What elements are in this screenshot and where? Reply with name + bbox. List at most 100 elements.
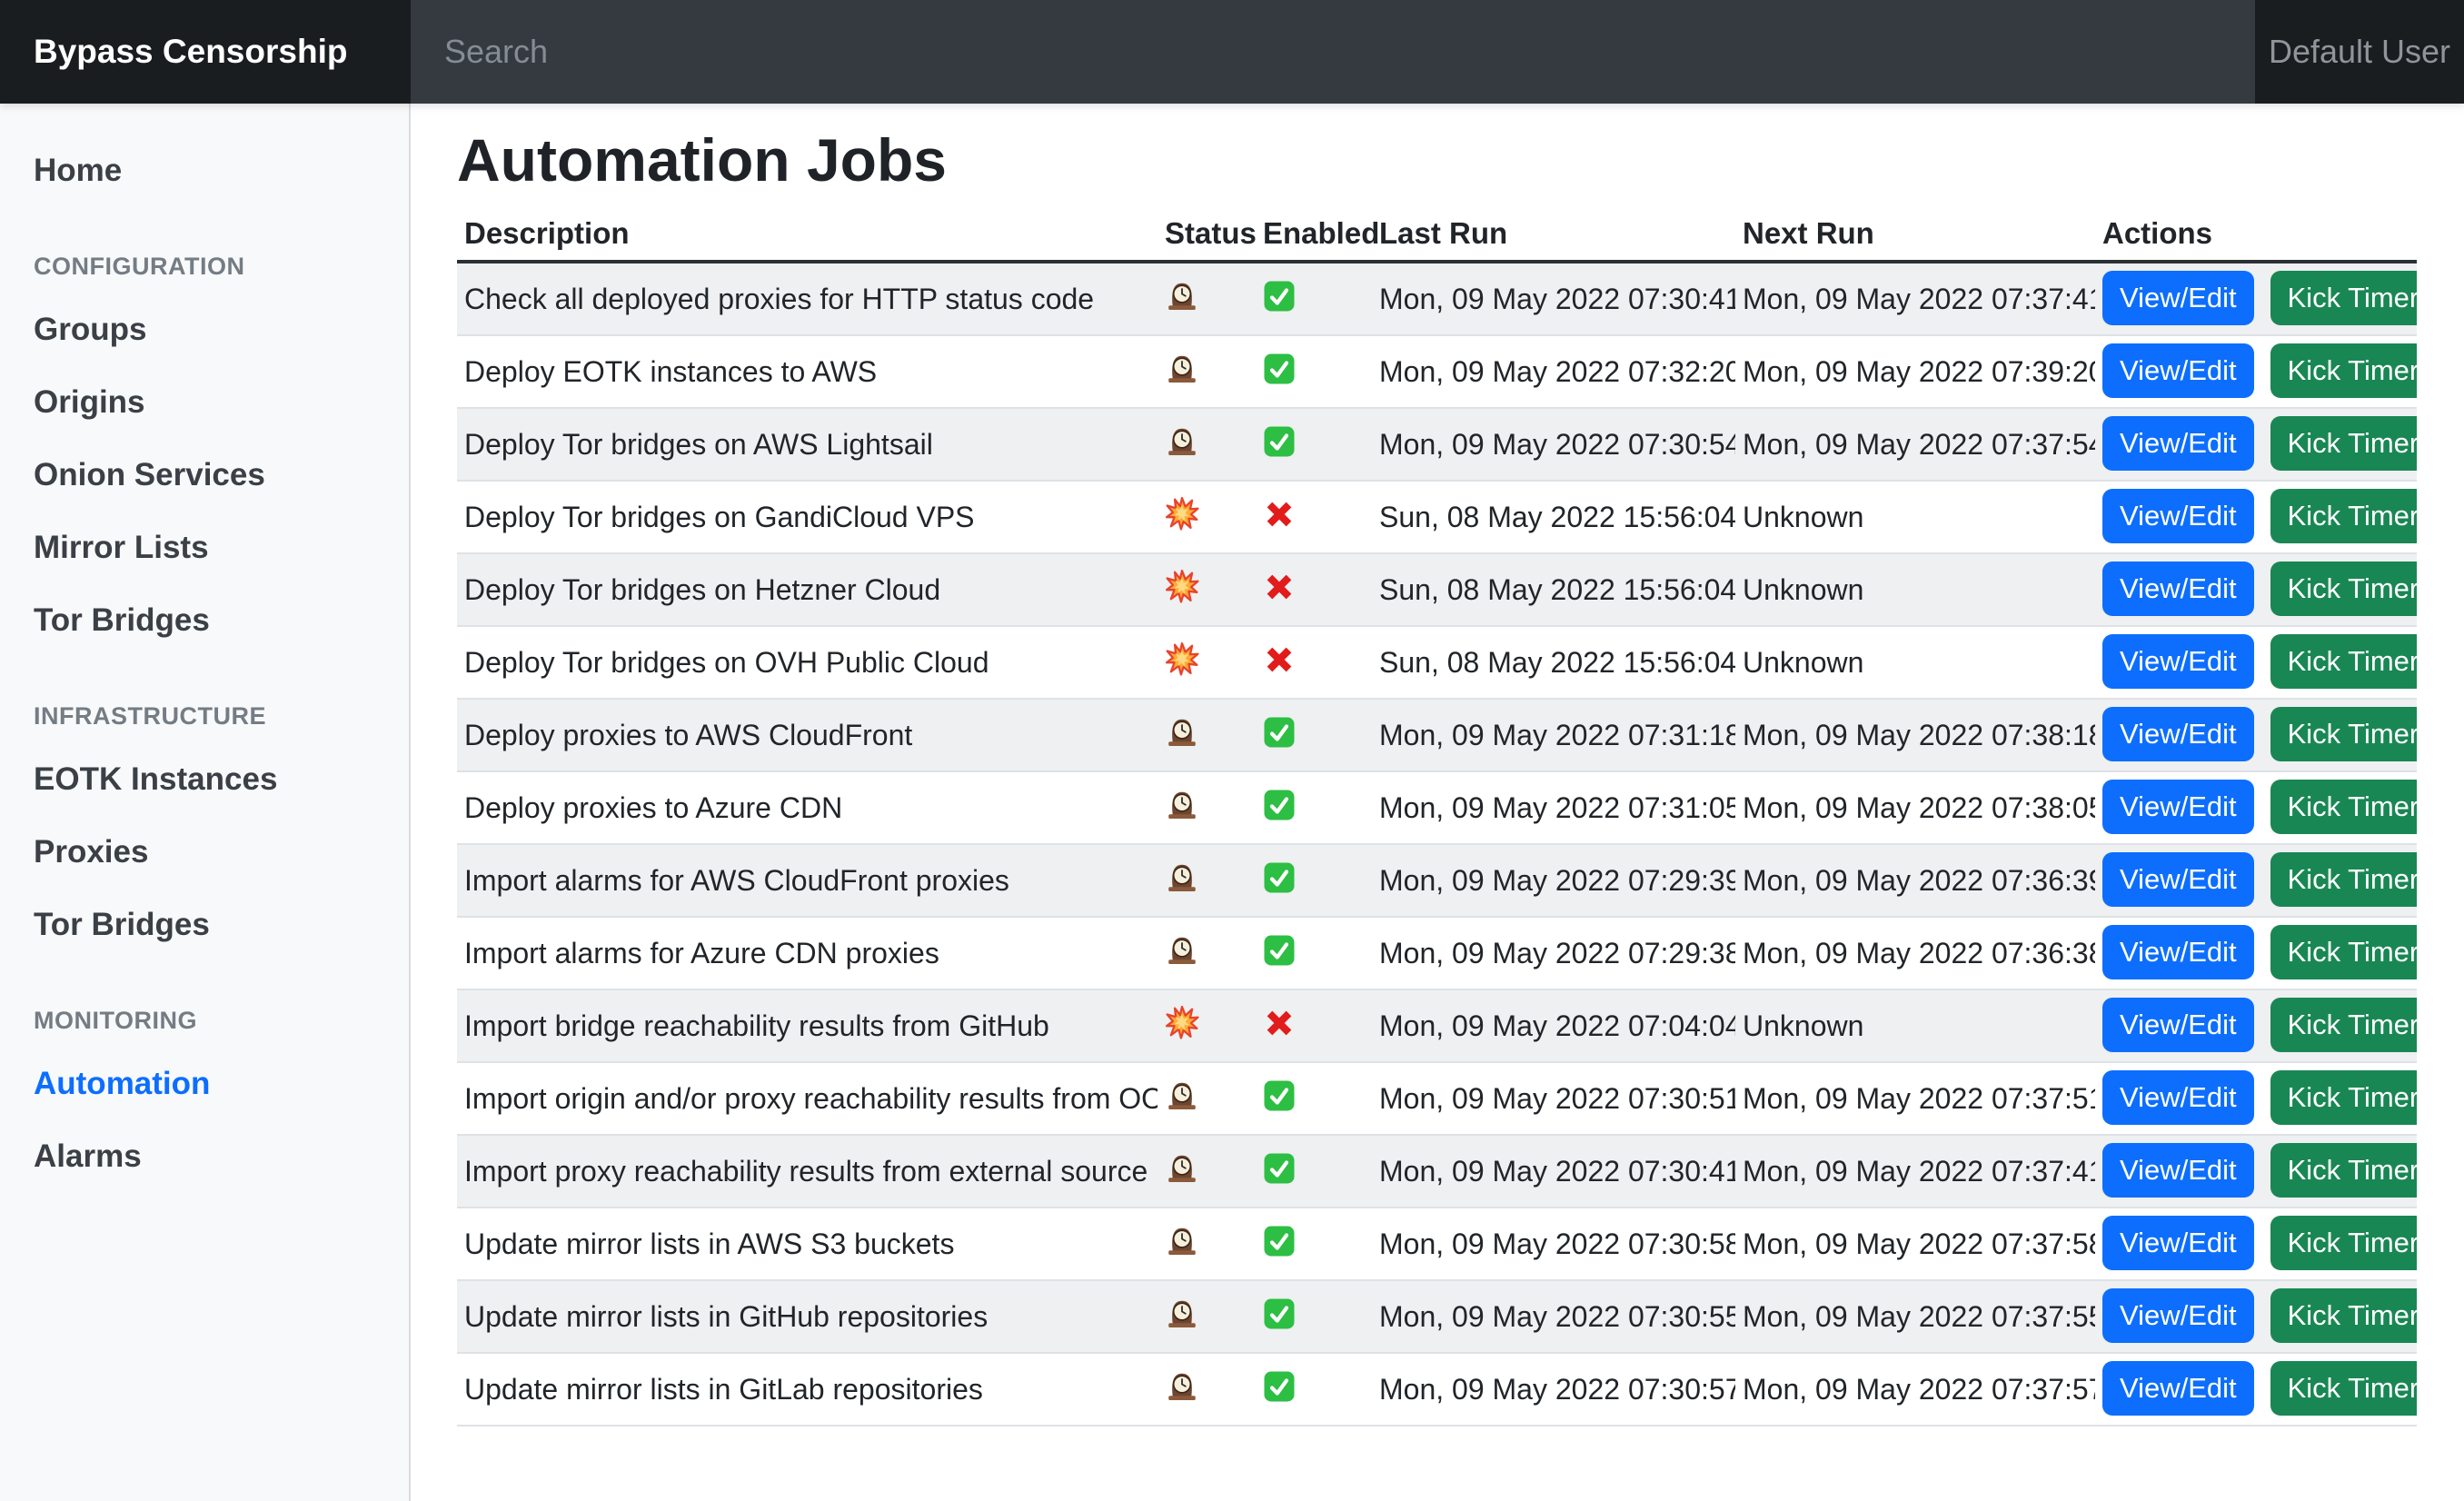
kick-timer-button[interactable]: Kick Timer [2270, 562, 2417, 616]
kick-timer-button[interactable]: Kick Timer [2270, 1288, 2417, 1343]
mantel-clock-icon [1165, 1223, 1199, 1267]
automation-jobs-table: Description Status Enabled Last Run Next… [457, 209, 2417, 1426]
check-mark-icon [1263, 1368, 1296, 1412]
user-menu[interactable]: Default User [2255, 0, 2464, 104]
view-edit-button[interactable]: View/Edit [2102, 416, 2254, 471]
sidebar-item-mirror-lists[interactable]: Mirror Lists [0, 512, 409, 584]
view-edit-button[interactable]: View/Edit [2102, 1070, 2254, 1125]
sidebar-section-infrastructure: INFRASTRUCTURE [0, 690, 409, 743]
view-edit-button[interactable]: View/Edit [2102, 852, 2254, 907]
mantel-clock-icon [1165, 1078, 1199, 1121]
kick-timer-button[interactable]: Kick Timer [2270, 925, 2417, 979]
job-next-run: Mon, 09 May 2022 07:37:55 [1735, 1280, 2095, 1353]
job-last-run: Mon, 09 May 2022 07:30:41 [1372, 262, 1735, 335]
view-edit-button[interactable]: View/Edit [2102, 271, 2254, 325]
app-brand[interactable]: Bypass Censorship [0, 0, 411, 104]
table-row: Deploy Tor bridges on Hetzner Cloud Sun,… [457, 553, 2417, 626]
job-description: Update mirror lists in AWS S3 buckets [457, 1208, 1157, 1280]
table-row: Import alarms for Azure CDN proxies Mon,… [457, 917, 2417, 989]
column-header-actions: Actions [2095, 209, 2417, 262]
view-edit-button[interactable]: View/Edit [2102, 1288, 2254, 1343]
view-edit-button[interactable]: View/Edit [2102, 925, 2254, 979]
sidebar-item-automation[interactable]: Automation [0, 1048, 409, 1120]
job-description: Import alarms for Azure CDN proxies [457, 917, 1157, 989]
kick-timer-button[interactable]: Kick Timer [2270, 634, 2417, 689]
view-edit-button[interactable]: View/Edit [2102, 1361, 2254, 1416]
mantel-clock-icon [1165, 1296, 1199, 1339]
kick-timer-button[interactable]: Kick Timer [2270, 998, 2417, 1052]
job-description: Deploy proxies to Azure CDN [457, 771, 1157, 844]
view-edit-button[interactable]: View/Edit [2102, 707, 2254, 761]
job-last-run: Mon, 09 May 2022 07:30:51 [1372, 1062, 1735, 1135]
cross-mark-icon [1263, 496, 1296, 540]
job-next-run: Mon, 09 May 2022 07:38:05 [1735, 771, 2095, 844]
collision-icon [1165, 641, 1199, 685]
view-edit-button[interactable]: View/Edit [2102, 1143, 2254, 1198]
column-header-next-run: Next Run [1735, 209, 2095, 262]
table-row: Import alarms for AWS CloudFront proxies… [457, 844, 2417, 917]
view-edit-button[interactable]: View/Edit [2102, 343, 2254, 398]
sidebar-item-alarms[interactable]: Alarms [0, 1120, 409, 1193]
job-last-run: Sun, 08 May 2022 15:56:04 [1372, 481, 1735, 553]
column-header-enabled: Enabled [1256, 209, 1372, 262]
kick-timer-button[interactable]: Kick Timer [2270, 1216, 2417, 1270]
sidebar-item-eotk-instances[interactable]: EOTK Instances [0, 743, 409, 816]
cross-mark-icon [1263, 1005, 1296, 1049]
table-row: Deploy proxies to AWS CloudFront Mon, 09… [457, 699, 2417, 771]
view-edit-button[interactable]: View/Edit [2102, 1216, 2254, 1270]
mantel-clock-icon [1165, 860, 1199, 903]
check-mark-icon [1263, 860, 1296, 903]
kick-timer-button[interactable]: Kick Timer [2270, 1143, 2417, 1198]
column-header-status: Status [1157, 209, 1256, 262]
sidebar-item-tor-bridges-config[interactable]: Tor Bridges [0, 584, 409, 657]
mantel-clock-icon [1165, 1368, 1199, 1412]
job-last-run: Mon, 09 May 2022 07:29:39 [1372, 844, 1735, 917]
job-next-run: Mon, 09 May 2022 07:37:58 [1735, 1208, 2095, 1280]
kick-timer-button[interactable]: Kick Timer [2270, 1361, 2417, 1416]
job-next-run: Mon, 09 May 2022 07:38:18 [1735, 699, 2095, 771]
view-edit-button[interactable]: View/Edit [2102, 562, 2254, 616]
job-description: Deploy EOTK instances to AWS [457, 335, 1157, 408]
kick-timer-button[interactable]: Kick Timer [2270, 780, 2417, 834]
kick-timer-button[interactable]: Kick Timer [2270, 489, 2417, 543]
job-description: Deploy Tor bridges on OVH Public Cloud [457, 626, 1157, 699]
sidebar-item-groups[interactable]: Groups [0, 293, 409, 366]
table-header-row: Description Status Enabled Last Run Next… [457, 209, 2417, 262]
sidebar: Home CONFIGURATION Groups Origins Onion … [0, 104, 411, 1501]
job-last-run: Mon, 09 May 2022 07:30:41 [1372, 1135, 1735, 1208]
sidebar-section-monitoring: MONITORING [0, 994, 409, 1048]
job-description: Update mirror lists in GitHub repositori… [457, 1280, 1157, 1353]
job-description: Deploy Tor bridges on Hetzner Cloud [457, 553, 1157, 626]
sidebar-item-home[interactable]: Home [0, 134, 409, 207]
view-edit-button[interactable]: View/Edit [2102, 489, 2254, 543]
check-mark-icon [1263, 1150, 1296, 1194]
job-next-run: Unknown [1735, 553, 2095, 626]
job-last-run: Mon, 09 May 2022 07:29:38 [1372, 917, 1735, 989]
sidebar-item-origins[interactable]: Origins [0, 366, 409, 439]
table-row: Update mirror lists in GitLab repositori… [457, 1353, 2417, 1426]
table-row: Import bridge reachability results from … [457, 989, 2417, 1062]
job-description: Check all deployed proxies for HTTP stat… [457, 262, 1157, 335]
search-input[interactable] [444, 33, 1893, 71]
check-mark-icon [1263, 1078, 1296, 1121]
sidebar-item-onion-services[interactable]: Onion Services [0, 439, 409, 512]
sidebar-item-tor-bridges-infra[interactable]: Tor Bridges [0, 889, 409, 961]
kick-timer-button[interactable]: Kick Timer [2270, 707, 2417, 761]
job-description: Import bridge reachability results from … [457, 989, 1157, 1062]
kick-timer-button[interactable]: Kick Timer [2270, 343, 2417, 398]
view-edit-button[interactable]: View/Edit [2102, 780, 2254, 834]
kick-timer-button[interactable]: Kick Timer [2270, 1070, 2417, 1125]
kick-timer-button[interactable]: Kick Timer [2270, 271, 2417, 325]
job-last-run: Mon, 09 May 2022 07:30:57 [1372, 1353, 1735, 1426]
kick-timer-button[interactable]: Kick Timer [2270, 416, 2417, 471]
job-description: Import alarms for AWS CloudFront proxies [457, 844, 1157, 917]
job-last-run: Mon, 09 May 2022 07:31:18 [1372, 699, 1735, 771]
mantel-clock-icon [1165, 351, 1199, 394]
kick-timer-button[interactable]: Kick Timer [2270, 852, 2417, 907]
jobs-table-body: Check all deployed proxies for HTTP stat… [457, 262, 2417, 1426]
mantel-clock-icon [1165, 278, 1199, 322]
sidebar-item-proxies[interactable]: Proxies [0, 816, 409, 889]
job-next-run: Mon, 09 May 2022 07:37:41 [1735, 1135, 2095, 1208]
view-edit-button[interactable]: View/Edit [2102, 998, 2254, 1052]
view-edit-button[interactable]: View/Edit [2102, 634, 2254, 689]
